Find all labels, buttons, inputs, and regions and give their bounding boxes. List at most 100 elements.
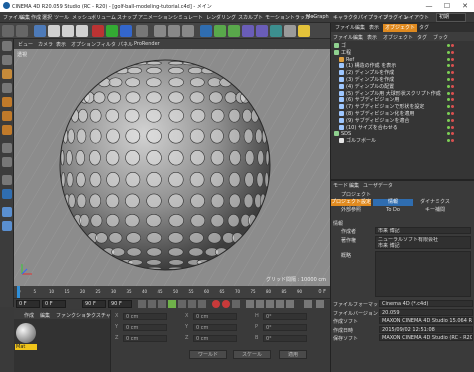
keyframe-selection-icon[interactable] [232,300,240,308]
layout-select[interactable]: 初期 [436,13,466,22]
menu-mesh[interactable]: メッシュ [72,14,92,21]
current-frame-field[interactable]: 0 F [42,300,66,308]
viewport-menu-panel[interactable]: パネル [118,41,133,48]
editor-visibility-dot[interactable] [447,139,450,143]
light-icon[interactable] [298,25,310,37]
object-row[interactable]: (6) サブディビジョン用 [331,97,474,103]
tab-objects[interactable]: オブジェクト [383,24,418,32]
menu-snap[interactable]: スナップ [117,14,137,21]
obj-menu-file[interactable]: ファイル [333,34,353,41]
attr-menu-userdata[interactable]: ユーザデータ [363,182,393,189]
z-axis-icon[interactable] [120,25,132,37]
editor-visibility-dot[interactable] [447,118,450,122]
viewport-menu-options[interactable]: オプション [71,41,96,48]
move-icon[interactable] [48,25,60,37]
material-menu-texture[interactable]: テクスチャ [86,312,111,319]
floor-icon[interactable] [270,25,282,37]
scale-icon[interactable] [62,25,74,37]
attr-field-value[interactable] [375,251,471,297]
previous-frame-icon[interactable] [158,300,166,308]
editor-visibility-dot[interactable] [447,78,450,81]
object-row[interactable]: SDS [331,131,474,137]
pen-icon[interactable] [214,25,226,37]
attr-field-value[interactable]: 市来 博記 [375,227,471,234]
position-key-icon[interactable] [246,300,254,308]
object-row[interactable]: ゴルフボール [331,138,474,144]
interpolation-icon[interactable] [304,300,312,308]
object-row[interactable]: (7) サブディビジョンで形状を設定 [331,104,474,110]
menu-create[interactable]: 作成 [31,14,41,21]
array-icon[interactable] [242,25,254,37]
max-frame-field[interactable]: 90 F [108,300,132,308]
render-visibility-dot[interactable] [451,98,454,102]
tab-project-settings[interactable]: プロジェクト設定 [331,199,371,206]
position-field[interactable]: 0 cm [123,313,167,320]
coord-mode-world[interactable]: ワールド [189,350,227,359]
edges-mode-icon[interactable] [2,111,12,121]
menu-character[interactable]: キャラクタ [333,14,358,21]
obj-menu-tags[interactable]: タグ [417,34,427,41]
coord-mode-scale[interactable]: スケール [233,350,271,359]
menu-simulate[interactable]: シミュレート [173,14,203,21]
menu-tools[interactable]: ツール [54,14,69,21]
menu-layout[interactable]: レイアウト [404,14,429,21]
editor-visibility-dot[interactable] [447,64,450,68]
redo-icon[interactable] [16,25,28,37]
workplane-icon[interactable] [2,83,12,93]
object-row[interactable]: Ref [331,56,474,63]
lock-workplane-icon[interactable] [2,189,12,199]
tab-edit[interactable]: 編集 [353,24,367,32]
texture-mode-icon[interactable] [2,69,12,79]
editor-visibility-dot[interactable] [447,44,450,47]
object-row[interactable]: (3) ディンプルを作成 [331,77,474,83]
object-row[interactable]: (9) サブディビジョンを適合 [331,117,474,124]
viewport-menu-camera[interactable]: カメラ [38,41,53,48]
next-frame-icon[interactable] [178,300,186,308]
tab-todo[interactable]: To Do [373,207,413,214]
editor-visibility-dot[interactable] [447,71,450,75]
maximize-button[interactable]: ☐ [438,1,456,11]
material-menu-create[interactable]: 作成 [24,312,34,319]
tab-xref[interactable]: 外部参照 [331,207,371,214]
position-field[interactable]: 0 cm [123,324,167,331]
make-editable-icon[interactable] [2,41,12,51]
tab-view[interactable]: 表示 [367,24,381,32]
render-visibility-dot[interactable] [451,71,454,75]
render-visibility-dot[interactable] [451,84,454,88]
rotation-key-icon[interactable] [266,300,274,308]
undo-icon[interactable] [2,25,14,37]
snap-icon[interactable] [2,175,12,185]
object-row[interactable]: (8) サブディビジョン化を適用 [331,111,474,117]
x-axis-icon[interactable] [92,25,104,37]
go-to-start-icon[interactable] [138,300,146,308]
points-mode-icon[interactable] [2,97,12,107]
timeline-settings-icon[interactable] [316,300,324,308]
obj-menu-objects[interactable]: オブジェクト [383,34,413,41]
viewport-menu-display[interactable]: 表示 [56,41,66,48]
render-visibility-dot[interactable] [451,64,454,68]
object-row[interactable]: (5) ディンプル用 大球形状スクリプト作成 [331,90,474,97]
viewport-menu-view[interactable]: ビュー [18,41,33,48]
model-mode-icon[interactable] [2,55,12,65]
menu-edit[interactable]: 編集 [20,14,30,21]
y-axis-icon[interactable] [106,25,118,37]
cube-icon[interactable] [200,25,212,37]
menu-animation[interactable]: アニメーション [138,14,173,21]
editor-visibility-dot[interactable] [447,84,450,88]
tab-dynamics[interactable]: ダイナミクス [415,199,455,206]
render-visibility-dot[interactable] [451,105,454,109]
object-row[interactable]: 工程 [331,49,474,56]
obj-menu-edit[interactable]: 編集 [353,34,363,41]
subdivision-icon[interactable] [228,25,240,37]
viewport-menu-prorender[interactable]: ProRender [134,41,160,47]
object-row[interactable]: ゴ [331,43,474,49]
object-row[interactable]: (10) サイズを合わせる [331,124,474,131]
rotation-field[interactable]: 0° [263,335,307,342]
menu-select[interactable]: 選択 [42,14,52,21]
axis-lock-icon[interactable] [2,207,12,217]
render-visibility-dot[interactable] [451,125,454,129]
attr-menu-edit[interactable]: 編集 [349,182,359,189]
rotation-field[interactable]: 0° [263,324,307,331]
next-key-icon[interactable] [188,300,196,308]
render-visibility-dot[interactable] [451,139,454,143]
